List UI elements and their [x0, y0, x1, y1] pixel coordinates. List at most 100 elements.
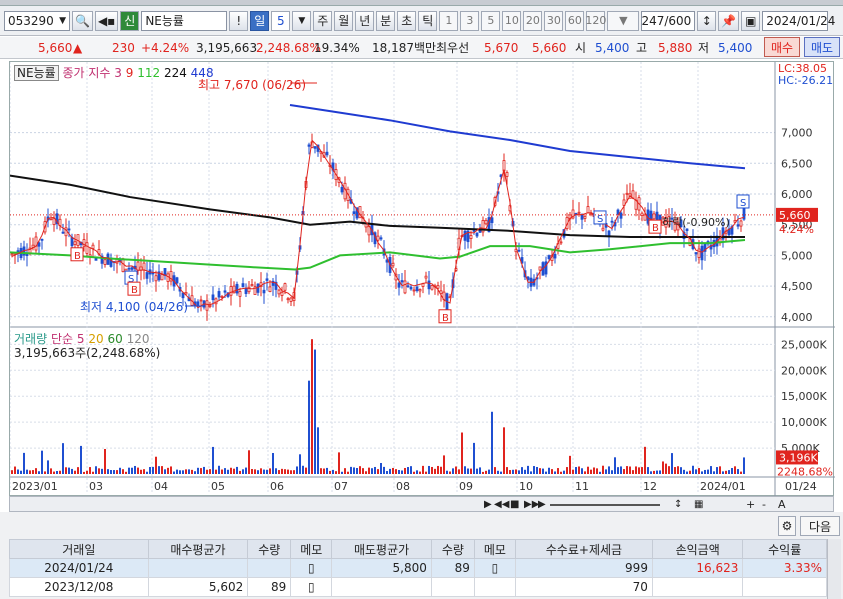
volume-bar	[362, 468, 364, 474]
column-header[interactable]: 메모	[473, 539, 516, 559]
volume-bar	[263, 469, 265, 474]
next-button[interactable]: 다음	[800, 516, 840, 536]
volume-bar	[452, 468, 454, 474]
candle-body	[610, 220, 614, 223]
period-month-button[interactable]: 월	[334, 10, 354, 31]
period-minute-button[interactable]: 분	[376, 10, 396, 31]
period-year-button[interactable]: 년	[355, 10, 375, 31]
count-30-button[interactable]: 30	[544, 10, 564, 31]
period-num-select[interactable]: 5	[271, 10, 291, 31]
sell-button[interactable]: 매도	[804, 37, 840, 57]
candle-body	[397, 282, 401, 288]
table-scrollbar[interactable]	[827, 539, 841, 599]
column-header[interactable]: 메모	[290, 539, 333, 559]
candle-body	[697, 248, 701, 258]
candle-body	[505, 172, 509, 177]
count-10-button[interactable]: 10	[502, 10, 522, 31]
column-header[interactable]: 매도평균가	[331, 539, 432, 559]
volume-bar	[308, 380, 310, 474]
volume-bar	[224, 468, 226, 474]
volume-bar	[461, 432, 463, 474]
volume-bar	[287, 469, 289, 474]
table-cell: 70	[514, 577, 653, 597]
candle-body	[142, 262, 146, 271]
volume-bar	[95, 466, 97, 474]
candle-body	[643, 214, 647, 221]
period-second-button[interactable]: 초	[397, 10, 417, 31]
chevron-down-icon[interactable]: ▼	[292, 10, 312, 31]
count-20-button[interactable]: 20	[523, 10, 543, 31]
save-icon[interactable]: ▣	[741, 10, 761, 31]
candle-body	[154, 275, 158, 282]
column-header[interactable]: 수량	[247, 539, 292, 559]
zoom-in-button[interactable]: +	[746, 498, 755, 511]
volume-bar	[305, 467, 307, 474]
period-tick-button[interactable]: 틱	[418, 10, 438, 31]
alert-button[interactable]: !	[229, 10, 249, 31]
count-60-button[interactable]: 60	[565, 10, 585, 31]
volume-bar	[695, 469, 697, 474]
zoom-slider[interactable]	[550, 504, 660, 506]
volume-bar	[86, 470, 88, 474]
open-label: 시	[575, 41, 587, 55]
volume-bar	[713, 471, 715, 474]
table-cell: ▯	[290, 558, 333, 578]
zoom-out-button[interactable]: -	[762, 498, 766, 511]
count-120-button[interactable]: 120	[585, 10, 606, 31]
toggle-icon[interactable]: ↕	[674, 499, 682, 510]
volume-bar	[497, 470, 499, 474]
count-select[interactable]: ▼	[607, 10, 640, 31]
pin-icon[interactable]: 📌	[718, 10, 740, 31]
rewind-icon[interactable]: ◀◀	[494, 499, 509, 510]
first-icon[interactable]: ▶	[484, 499, 492, 510]
table-row[interactable]: 2024/01/24 ▯ 5,800 89 ▯ 999 16,623 3.33%	[9, 558, 827, 578]
volume-bar	[254, 469, 256, 474]
count-3-button[interactable]: 3	[460, 10, 480, 31]
column-header[interactable]: 수량	[430, 539, 475, 559]
volume-bar	[209, 469, 211, 474]
scroll-navigator[interactable]: ▶ ◀◀ ■ ▶▶ ▶ ↕ ▦ + - A	[9, 496, 834, 512]
count-5-button[interactable]: 5	[481, 10, 501, 31]
stock-code-input[interactable]: 053290 ▼	[4, 10, 70, 31]
volume-bar	[191, 469, 193, 474]
settings-icon[interactable]: ↕	[697, 10, 717, 31]
candle-body	[406, 285, 410, 288]
volume-bar	[407, 467, 409, 474]
count-1-button[interactable]: 1	[439, 10, 459, 31]
volume-bar	[29, 470, 31, 474]
stock-name-field[interactable]: NE능률	[141, 10, 228, 31]
column-header[interactable]: 매수평균가	[147, 539, 249, 559]
volume-bar	[482, 471, 484, 474]
auto-scale-button[interactable]: A	[778, 498, 786, 511]
column-header[interactable]: 수익률	[742, 539, 827, 559]
column-header[interactable]: 손익금액	[651, 539, 744, 559]
volume-bar	[119, 467, 121, 474]
column-header[interactable]: 수수료+제세금	[514, 539, 653, 559]
volume-bar	[569, 455, 571, 474]
volume-bar	[659, 470, 661, 474]
volume-bar	[26, 469, 28, 474]
date-input[interactable]: 2024/01/24	[762, 10, 835, 31]
volume-bar	[518, 470, 520, 474]
volume-bar	[536, 466, 538, 474]
stop-icon[interactable]: ■	[510, 499, 519, 510]
search-icon[interactable]: 🔍	[72, 10, 93, 31]
buy-button[interactable]: 매수	[764, 37, 800, 57]
last-icon[interactable]: ▶	[538, 499, 546, 510]
grid-icon[interactable]: ▦	[694, 499, 703, 510]
candle-body	[199, 299, 203, 302]
chevron-down-icon[interactable]: ▼	[59, 16, 66, 26]
speaker-icon[interactable]: ◀▪	[94, 10, 119, 31]
bar-count-field[interactable]: 247/600	[641, 10, 696, 31]
volume-bar	[593, 467, 595, 474]
period-week-button[interactable]: 주	[313, 10, 333, 31]
high-label: 고	[636, 41, 648, 55]
period-day-button[interactable]: 일	[250, 10, 270, 31]
column-header[interactable]: 거래일	[9, 539, 149, 559]
table-cell: ▯	[290, 577, 333, 597]
gear-icon[interactable]: ⚙	[778, 516, 796, 536]
price-chart-panel[interactable]: 7,000 6,500 6,000 5,500 5,000 4,500 4,000 2023/…	[9, 61, 835, 497]
table-row[interactable]: 2023/12/08 5,602 89 ▯ 70	[9, 577, 827, 597]
volume-bar	[170, 466, 172, 474]
volume-bar	[662, 461, 664, 474]
